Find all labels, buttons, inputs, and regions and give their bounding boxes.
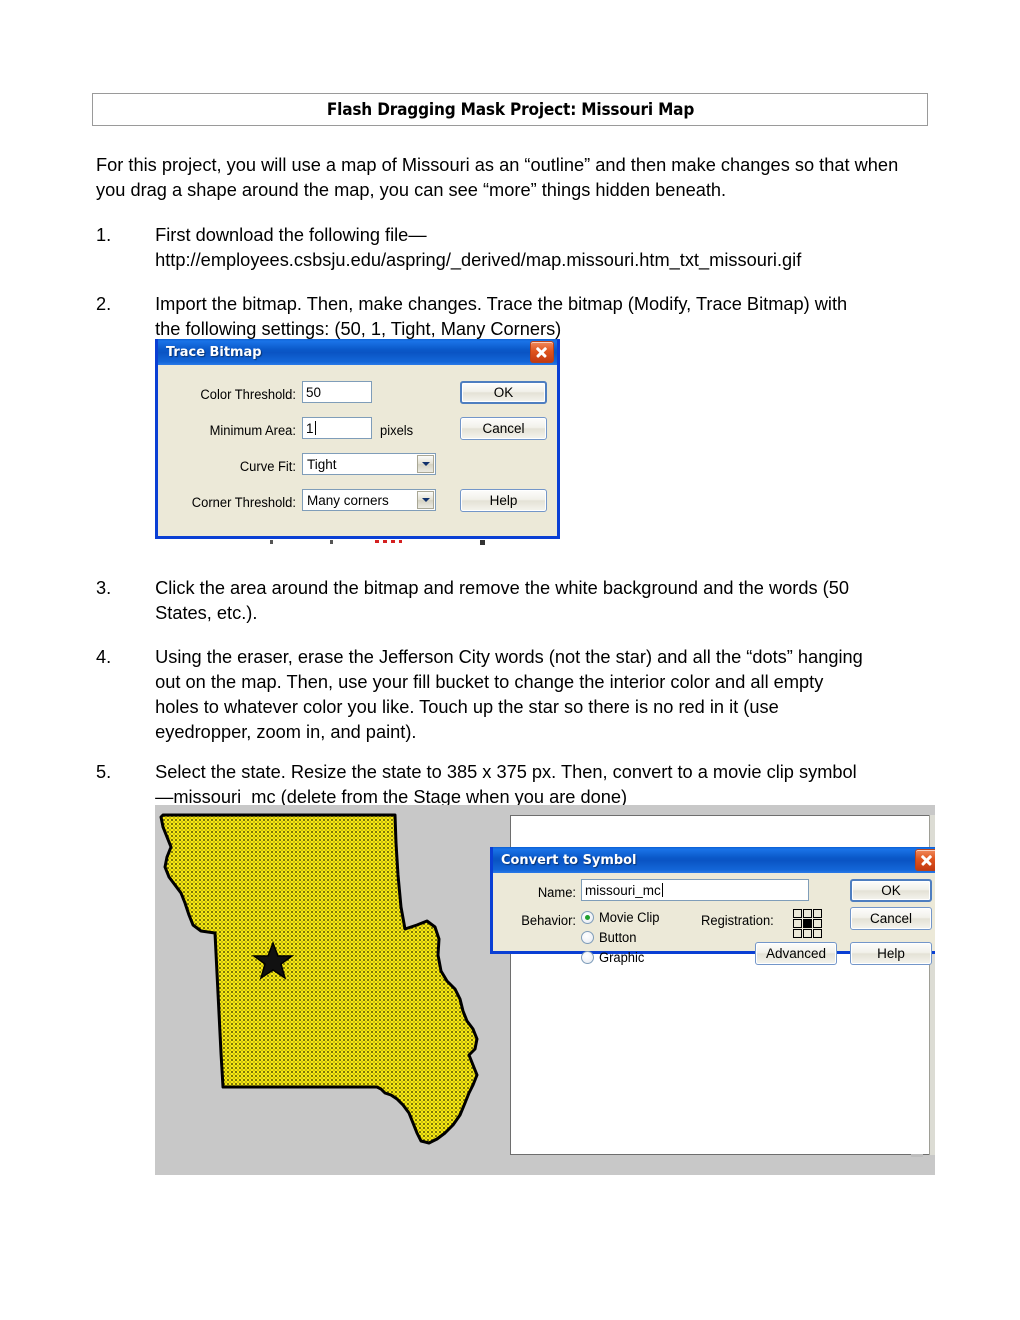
corner-threshold-label: Corner Threshold:: [191, 495, 296, 510]
behavior-option-movie-clip[interactable]: Movie Clip: [581, 910, 662, 925]
chevron-down-icon[interactable]: [417, 491, 434, 509]
ok-button[interactable]: OK: [850, 879, 932, 902]
ok-button[interactable]: OK: [460, 381, 547, 404]
list-item-text: Click the area around the bitmap and rem…: [155, 577, 849, 623]
trace-bitmap-body: Color Threshold: 50 Minimum Area: 1 pixe…: [158, 365, 557, 562]
color-threshold-value: 50: [306, 384, 322, 400]
dialog-title: Convert to Symbol: [501, 852, 637, 868]
list-item-text: Using the eraser, erase the Jefferson Ci…: [155, 646, 863, 742]
list-item: 3. Click the area around the bitmap and …: [96, 575, 864, 625]
convert-to-symbol-dialog: Convert to Symbol Name: missouri_mc Beha…: [490, 847, 935, 965]
curve-fit-select[interactable]: Tight: [302, 453, 436, 475]
page-title: Flash Dragging Mask Project: Missouri Ma…: [326, 100, 694, 119]
close-icon[interactable]: [530, 341, 554, 363]
behavior-option-graphic[interactable]: Graphic: [581, 950, 646, 965]
registration-cell-selected[interactable]: [803, 919, 812, 928]
corner-threshold-select[interactable]: Many corners: [302, 489, 436, 511]
behavior-option-label: Graphic: [599, 950, 645, 965]
registration-cell[interactable]: [793, 909, 802, 918]
cancel-button[interactable]: Cancel: [850, 907, 932, 930]
list-item-text: Select the state. Resize the state to 38…: [155, 761, 857, 807]
registration-cell[interactable]: [813, 929, 822, 938]
symbol-name-input[interactable]: missouri_mc: [581, 879, 809, 901]
trace-bitmap-screenshot: Trace Bitmap Color Threshold: 50 Minimum…: [155, 339, 560, 547]
text-caret: [314, 421, 316, 435]
behavior-option-label: Movie Clip: [599, 910, 660, 925]
help-button-label: Help: [489, 493, 518, 508]
close-icon[interactable]: [915, 849, 935, 871]
cancel-button[interactable]: Cancel: [460, 417, 547, 440]
symbol-name-label: Name:: [537, 885, 576, 900]
list-item-number: 1.: [96, 224, 112, 245]
page-title-box: Flash Dragging Mask Project: Missouri Ma…: [92, 93, 928, 126]
radio-icon[interactable]: [581, 931, 594, 944]
list-item-number: 3.: [96, 577, 112, 598]
radio-icon[interactable]: [581, 951, 594, 964]
behavior-option-label: Button: [599, 930, 637, 945]
intro-paragraph: For this project, you will use a map of …: [96, 154, 899, 200]
advanced-button-label: Advanced: [765, 946, 827, 961]
color-threshold-input[interactable]: 50: [302, 381, 372, 403]
color-threshold-label: Color Threshold:: [200, 387, 296, 402]
stage-resize-grip: [911, 1154, 923, 1157]
cancel-button-label: Cancel: [869, 911, 913, 926]
help-button[interactable]: Help: [850, 942, 932, 965]
help-button-label: Help: [877, 946, 905, 961]
behavior-label: Behavior:: [521, 913, 576, 928]
list-item: 5. Select the state. Resize the state to…: [96, 759, 864, 809]
help-button[interactable]: Help: [460, 489, 547, 512]
ok-button-label: OK: [493, 385, 514, 400]
cancel-button-label: Cancel: [482, 421, 525, 436]
registration-cell[interactable]: [793, 919, 802, 928]
convert-to-symbol-titlebar[interactable]: Convert to Symbol: [493, 847, 935, 873]
radio-icon[interactable]: [581, 911, 594, 924]
ok-button-label: OK: [881, 883, 901, 898]
missouri-state-shape[interactable]: [155, 805, 515, 1153]
registration-cell[interactable]: [813, 919, 822, 928]
advanced-button[interactable]: Advanced: [755, 942, 837, 965]
list-item-number: 2.: [96, 293, 112, 314]
list-item-text: First download the following file— http:…: [155, 224, 802, 270]
list-item-text: Import the bitmap. Then, make changes. T…: [155, 293, 848, 339]
corner-threshold-value: Many corners: [307, 492, 389, 508]
list-item-number: 4.: [96, 646, 112, 667]
trace-bitmap-titlebar[interactable]: Trace Bitmap: [158, 339, 557, 365]
text-caret: [661, 883, 663, 897]
flash-stage-screenshot: Convert to Symbol Name: missouri_mc Beha…: [155, 805, 935, 1175]
list-item-number: 5.: [96, 761, 112, 782]
chevron-down-icon[interactable]: [417, 455, 434, 473]
registration-grid[interactable]: [793, 909, 822, 938]
trace-bitmap-dialog: Trace Bitmap Color Threshold: 50 Minimum…: [155, 339, 560, 539]
convert-to-symbol-body: Name: missouri_mc Behavior: Movie Clip B…: [493, 873, 935, 977]
registration-cell[interactable]: [813, 909, 822, 918]
dialog-title: Trace Bitmap: [166, 344, 262, 360]
minimum-area-units: pixels: [380, 423, 414, 438]
registration-cell[interactable]: [803, 909, 812, 918]
registration-cell[interactable]: [793, 929, 802, 938]
curve-fit-value: Tight: [307, 456, 337, 472]
registration-cell[interactable]: [803, 929, 812, 938]
minimum-area-label: Minimum Area:: [209, 423, 296, 438]
behavior-option-button[interactable]: Button: [581, 930, 638, 945]
list-item: 2. Import the bitmap. Then, make changes…: [96, 291, 864, 341]
minimum-area-input[interactable]: 1: [302, 417, 372, 439]
registration-label: Registration:: [701, 913, 774, 928]
curve-fit-label: Curve Fit:: [239, 459, 296, 474]
document-page: Flash Dragging Mask Project: Missouri Ma…: [0, 0, 1020, 1320]
symbol-name-value: missouri_mc: [585, 882, 661, 898]
list-item: 1. First download the following file— ht…: [96, 222, 864, 272]
list-item: 4. Using the eraser, erase the Jefferson…: [96, 644, 864, 744]
minimum-area-value: 1: [306, 420, 314, 436]
